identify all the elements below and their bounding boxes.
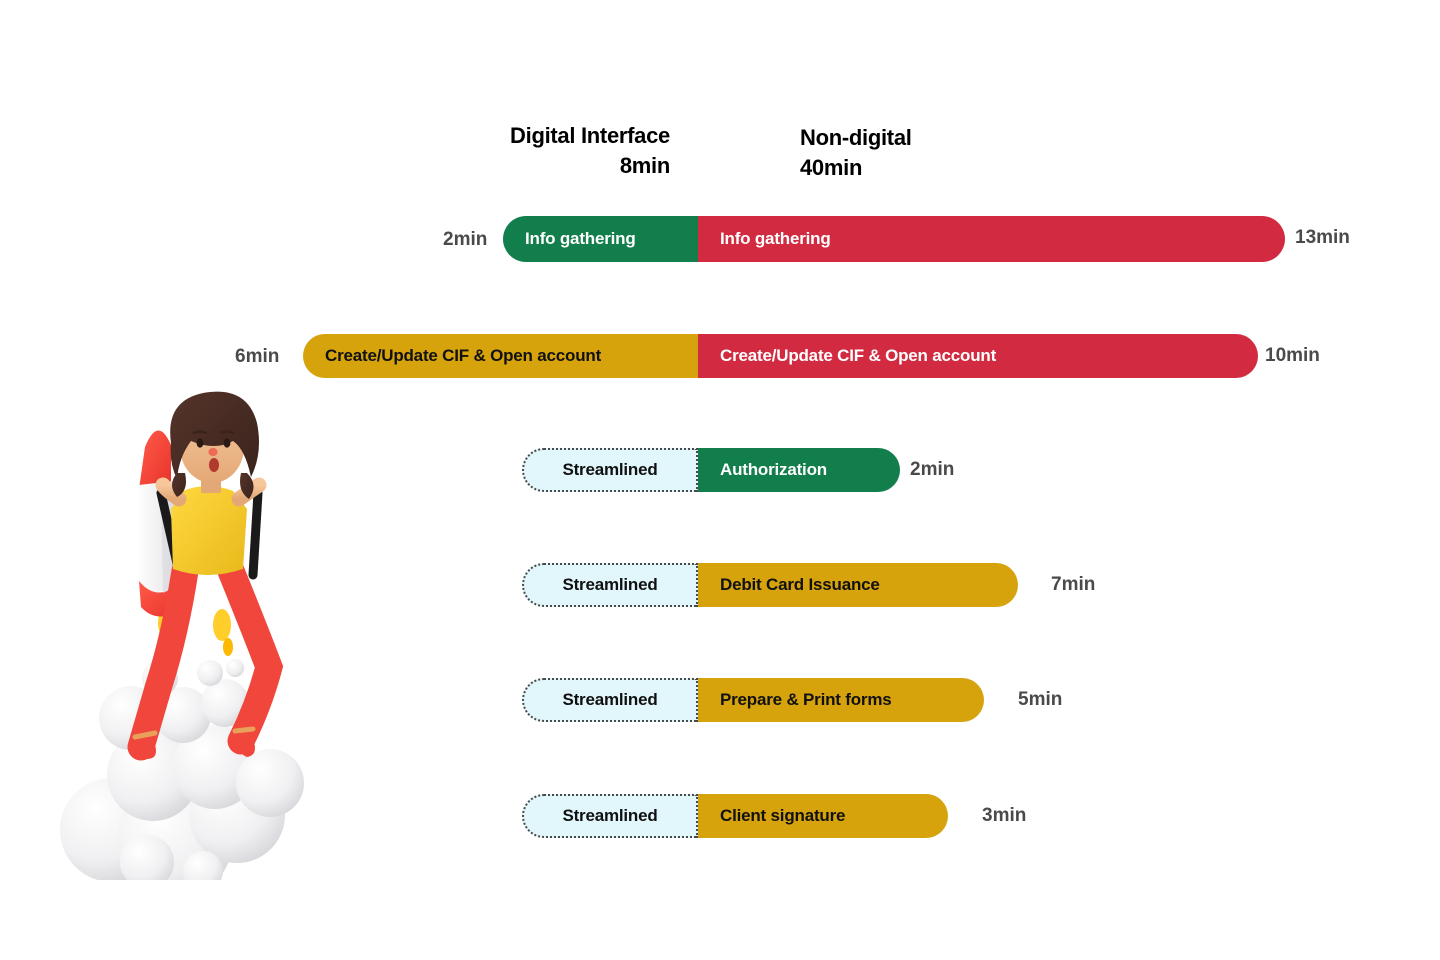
segment-label: Info gathering: [525, 229, 636, 248]
column-header-digital-interface: Digital Interface 8min: [510, 123, 670, 178]
segment-label: Authorization: [720, 460, 827, 479]
segment-digital-info-gathering[interactable]: Info gathering: [503, 216, 698, 262]
bar-row-authorization: Streamlined Authorization 2min: [522, 448, 954, 492]
segment-label: Debit Card Issuance: [720, 575, 880, 594]
row-label-right-prepare-print-forms: 5min: [1018, 689, 1063, 710]
streamlined-pill-debit-card-issuance[interactable]: Streamlined: [522, 563, 698, 607]
row-label-right-debit-card-issuance: 7min: [1051, 574, 1096, 595]
row-label-left-create-update-cif: 6min: [235, 346, 280, 367]
row-label-right-create-update-cif: 10min: [1265, 345, 1320, 366]
streamlined-pill-client-signature[interactable]: Streamlined: [522, 794, 698, 838]
segment-label: Create/Update CIF & Open account: [720, 346, 997, 365]
segment-prepare-print-forms[interactable]: Prepare & Print forms: [698, 678, 984, 722]
segment-nondigital-info-gathering[interactable]: Info gathering: [698, 216, 1285, 262]
segment-label: Prepare & Print forms: [720, 690, 892, 709]
segment-digital-create-update-cif[interactable]: Create/Update CIF & Open account: [303, 334, 698, 378]
bar-row-client-signature: Streamlined Client signature 3min: [522, 794, 1026, 838]
segment-authorization[interactable]: Authorization: [698, 448, 900, 492]
bar-row-debit-card-issuance: Streamlined Debit Card Issuance 7min: [522, 563, 1095, 607]
bar-row-info-gathering: 2min Info gathering Info gathering 13min: [443, 216, 1350, 262]
streamlined-pill-authorization[interactable]: Streamlined: [522, 448, 698, 492]
segment-debit-card-issuance[interactable]: Debit Card Issuance: [698, 563, 1018, 607]
row-label-right-client-signature: 3min: [982, 805, 1027, 826]
segment-label: Client signature: [720, 806, 846, 825]
segment-label: Info gathering: [720, 229, 831, 248]
segment-client-signature[interactable]: Client signature: [698, 794, 948, 838]
segment-label: Create/Update CIF & Open account: [325, 346, 602, 365]
streamlined-label: Streamlined: [562, 690, 658, 709]
bar-row-create-update-cif: 6min Create/Update CIF & Open account Cr…: [235, 334, 1320, 378]
row-label-right-authorization: 2min: [910, 459, 955, 480]
woman-riding-rocket-illustration: [55, 385, 345, 880]
streamlined-pill-prepare-print-forms[interactable]: Streamlined: [522, 678, 698, 722]
streamlined-label: Streamlined: [562, 575, 658, 594]
row-label-right-info-gathering: 13min: [1295, 227, 1350, 248]
bar-row-prepare-print-forms: Streamlined Prepare & Print forms 5min: [522, 678, 1062, 722]
segment-nondigital-create-update-cif[interactable]: Create/Update CIF & Open account: [698, 334, 1258, 378]
infographic-canvas: Digital Interface 8min Non-digital 40min…: [0, 0, 1440, 960]
row-label-left-info-gathering: 2min: [443, 229, 488, 250]
streamlined-label: Streamlined: [562, 806, 658, 825]
column-header-non-digital: Non-digital 40min: [800, 125, 912, 180]
streamlined-label: Streamlined: [562, 460, 658, 479]
